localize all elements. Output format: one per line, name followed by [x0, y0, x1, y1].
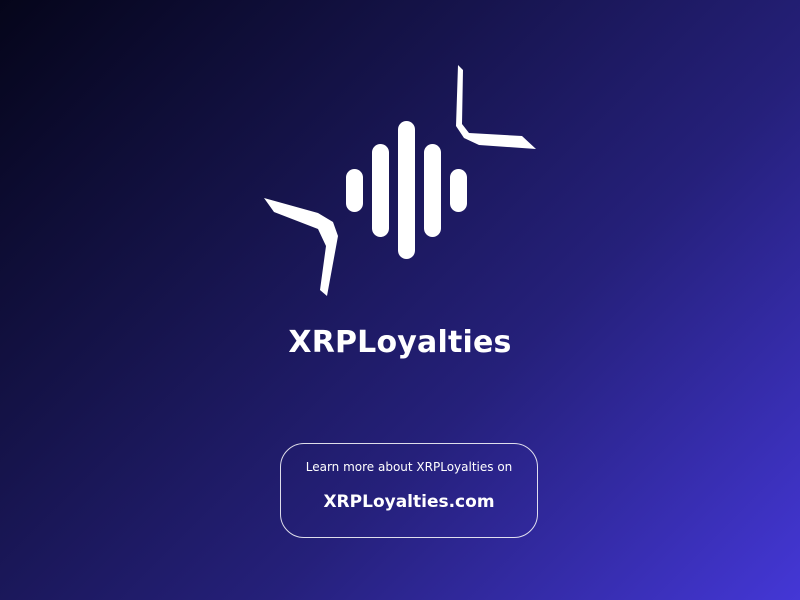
bracket-top-right	[456, 65, 536, 149]
cta-text: Learn more about XRPLoyalties on	[305, 460, 513, 474]
sound-bar-2	[372, 144, 389, 237]
sound-bar-3	[398, 121, 415, 259]
sound-wave-brackets-icon	[264, 65, 536, 296]
sound-bar-4	[424, 144, 441, 237]
sound-bar-5	[450, 169, 467, 212]
brand-title: XRPLoyalties	[288, 325, 512, 360]
cta-card: Learn more about XRPLoyalties on XRPLoya…	[280, 443, 538, 538]
sound-bar-1	[346, 169, 363, 212]
website-link[interactable]: XRPLoyalties.com	[281, 492, 537, 512]
bracket-bottom-left	[264, 198, 338, 296]
